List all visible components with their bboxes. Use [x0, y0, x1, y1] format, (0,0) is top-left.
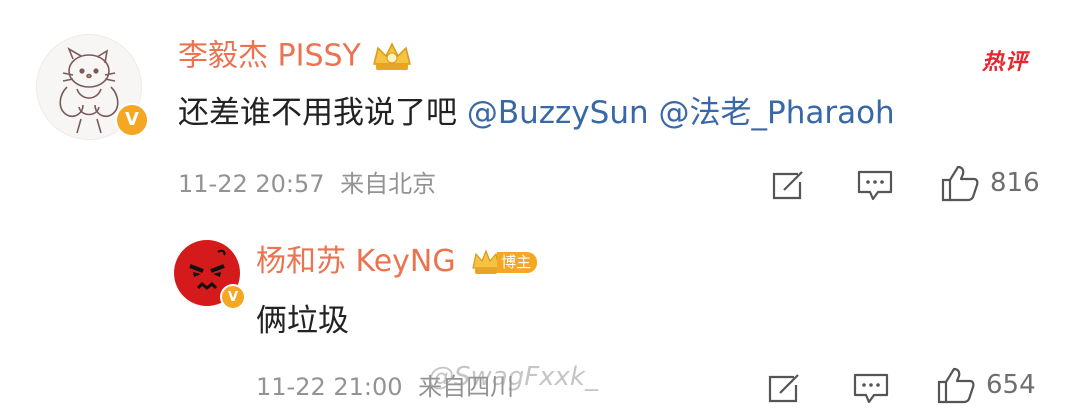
edit-icon: [768, 374, 799, 403]
blogger-badge: 博主: [471, 248, 538, 278]
repost-button[interactable]: [770, 168, 808, 206]
verified-badge-icon: V: [115, 103, 149, 137]
timestamp: 11-22 21:00: [256, 373, 403, 401]
like-count: 816: [990, 168, 1040, 198]
like-icon: [937, 367, 975, 404]
like-button[interactable]: 816: [940, 164, 1040, 202]
username-text[interactable]: 李毅杰 PISSY: [178, 39, 361, 74]
reply-text: 俩垃圾: [256, 303, 349, 339]
mention-link[interactable]: @法老_Pharaoh: [659, 95, 895, 131]
username-text[interactable]: 杨和苏 KeyNG: [256, 244, 456, 279]
comment-body: 还差谁不用我说了吧: [178, 95, 467, 131]
reply-avatar[interactable]: V: [174, 240, 246, 310]
edit-icon: [772, 171, 803, 200]
comment-button[interactable]: [852, 371, 890, 411]
comment-text: 还差谁不用我说了吧 @BuzzySun @法老_Pharaoh: [178, 98, 895, 129]
comment-icon: [853, 373, 889, 404]
blogger-label: 博主: [497, 252, 538, 273]
watermark: @SwagFxxk_: [428, 362, 598, 392]
comment-username[interactable]: 李毅杰 PISSY: [178, 40, 414, 74]
avatar[interactable]: V: [36, 34, 149, 140]
repost-button[interactable]: [766, 371, 804, 409]
membership-crown-icon: [370, 40, 414, 74]
verified-badge-icon: V: [220, 284, 246, 310]
reply-username[interactable]: 杨和苏 KeyNG 博主: [256, 244, 538, 279]
comment-button[interactable]: [856, 168, 894, 208]
comment-meta: 11-22 20:57 来自北京: [178, 172, 436, 196]
mention-link[interactable]: @BuzzySun: [467, 95, 649, 131]
like-button[interactable]: 654: [936, 366, 1036, 404]
like-icon: [941, 165, 979, 202]
like-count: 654: [986, 370, 1036, 400]
location: 来自北京: [340, 170, 437, 198]
timestamp: 11-22 20:57: [178, 170, 325, 198]
comment-icon: [857, 170, 893, 201]
hot-comment-label: 热评: [982, 50, 1029, 75]
